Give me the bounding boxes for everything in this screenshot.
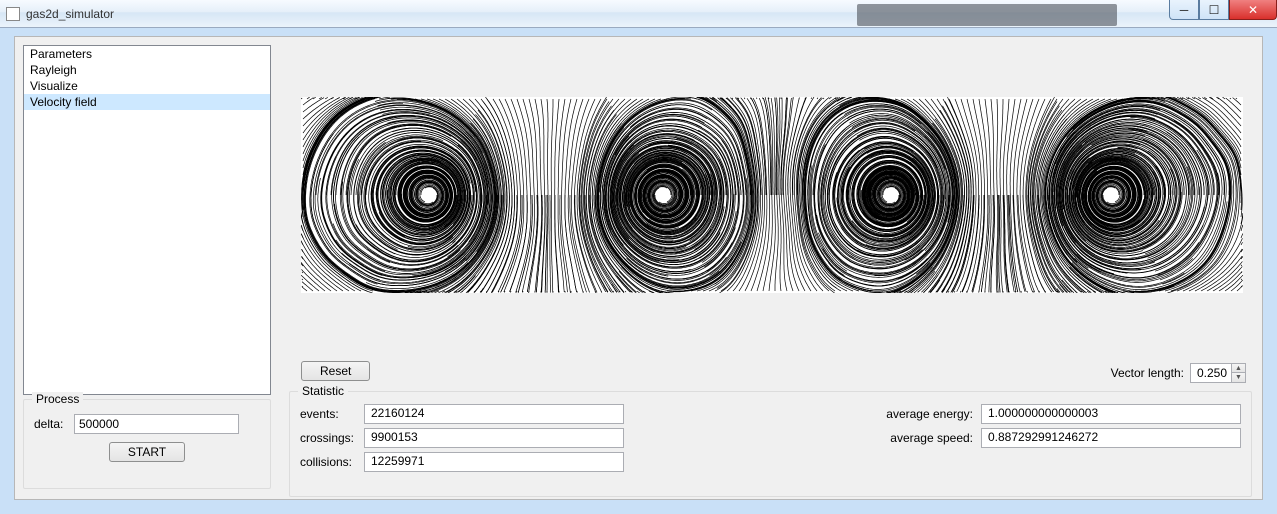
spinner-down-icon[interactable]: ▼ [1231,373,1245,382]
avg-speed-label: average speed: [885,431,981,445]
app-icon [6,7,20,21]
crossings-value: 9900153 [364,428,624,448]
window-title: gas2d_simulator [26,7,114,21]
avg-speed-value: 0.887292991246272 [981,428,1241,448]
window-buttons: ─ ☐ ✕ [1169,0,1277,20]
left-column: Parameters Rayleigh Visualize Velocity f… [23,45,271,489]
collisions-value: 12259971 [364,452,624,472]
listitem-velocity-field[interactable]: Velocity field [24,94,270,110]
process-group-title: Process [32,392,83,406]
main-panel: Parameters Rayleigh Visualize Velocity f… [14,36,1263,500]
minimize-button[interactable]: ─ [1169,0,1199,20]
crossings-label: crossings: [300,431,364,445]
reset-button[interactable]: Reset [301,361,370,381]
close-button[interactable]: ✕ [1229,0,1277,20]
statistic-group: Statistic events: 22160124 average energ… [289,391,1252,497]
start-button[interactable]: START [109,442,185,462]
listitem-visualize[interactable]: Visualize [24,78,270,94]
avg-energy-label: average energy: [885,407,981,421]
nav-listbox[interactable]: Parameters Rayleigh Visualize Velocity f… [23,45,271,395]
avg-energy-value: 1.000000000000003 [981,404,1241,424]
streamline-svg [301,97,1243,293]
obscured-overlay [857,4,1117,26]
maximize-button[interactable]: ☐ [1199,0,1229,20]
vector-length-control: Vector length: ▲ ▼ [1111,363,1246,383]
listitem-parameters[interactable]: Parameters [24,46,270,62]
velocity-field-canvas [301,97,1243,293]
process-group: Process delta: START [23,399,271,489]
events-label: events: [300,407,364,421]
vector-length-spinner[interactable]: ▲ ▼ [1190,363,1246,383]
delta-input[interactable] [74,414,239,434]
listitem-rayleigh[interactable]: Rayleigh [24,62,270,78]
vector-length-input[interactable] [1191,364,1231,382]
title-bar: gas2d_simulator ─ ☐ ✕ [0,0,1277,28]
vector-length-label: Vector length: [1111,366,1184,380]
right-column: Reset Vector length: ▲ ▼ Statistic event… [285,45,1254,491]
statistic-group-title: Statistic [298,384,348,398]
spinner-up-icon[interactable]: ▲ [1231,364,1245,373]
collisions-label: collisions: [300,455,364,469]
delta-label: delta: [34,417,74,431]
events-value: 22160124 [364,404,624,424]
